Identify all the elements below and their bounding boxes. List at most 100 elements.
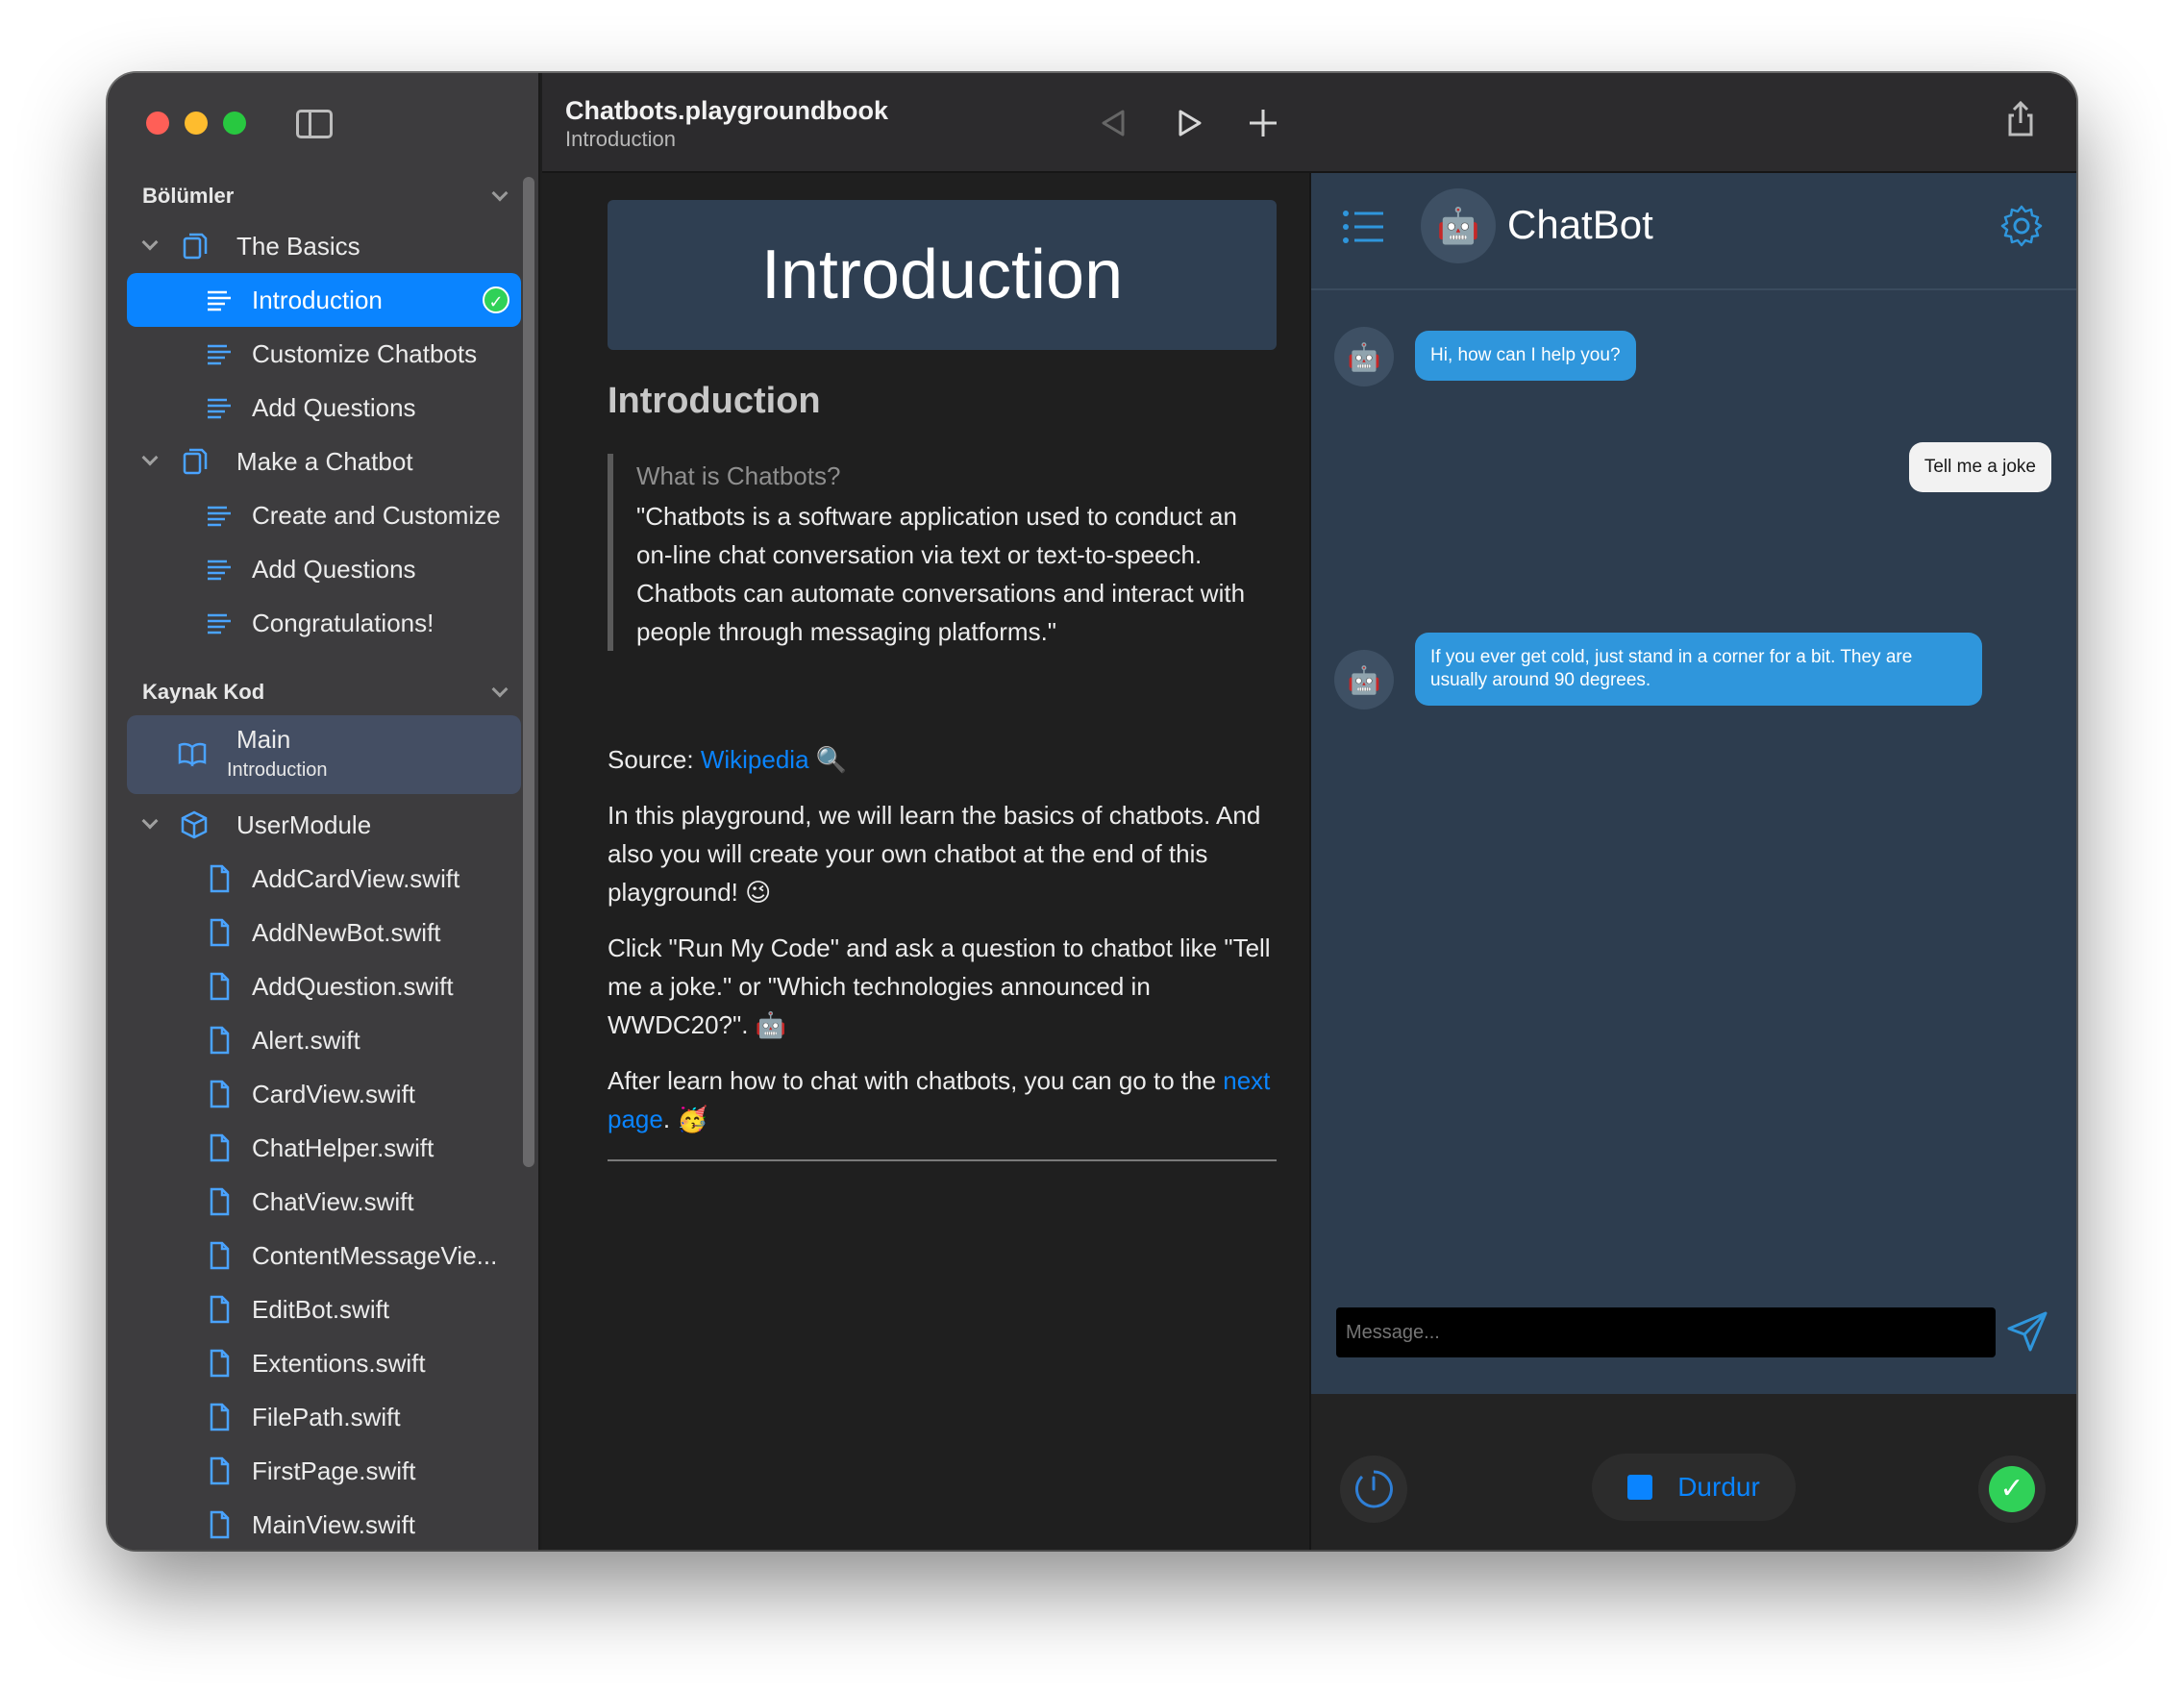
chapter-doc-icon (183, 233, 208, 260)
file-label: ChatView.swift (252, 1186, 414, 1216)
wikipedia-link[interactable]: Wikipedia (701, 745, 809, 774)
page-lines-icon (208, 560, 231, 581)
sidebar-file-item[interactable]: AddNewBot.swift (127, 906, 521, 959)
sidebar-file-item[interactable]: FirstPage.swift (127, 1444, 521, 1498)
sidebar-scrollbar[interactable] (523, 177, 534, 1167)
file-icon (210, 1349, 230, 1378)
disclosure-chevron-icon[interactable] (141, 812, 159, 830)
run-play-icon[interactable] (1169, 104, 1207, 142)
message-input[interactable] (1336, 1307, 1996, 1357)
robot-icon: 🤖 (1436, 206, 1480, 245)
file-icon (210, 1510, 230, 1539)
page-lines-icon (208, 398, 231, 419)
minimize-button[interactable] (185, 112, 208, 135)
page-label: Create and Customize (252, 500, 501, 530)
sidebar-file-item[interactable]: Alert.swift (127, 1013, 521, 1067)
chevron-down-icon[interactable] (491, 681, 509, 698)
divider (608, 1159, 1277, 1161)
back-triangle-icon[interactable] (1094, 104, 1132, 142)
checkmark-icon: ✓ (1989, 1466, 2035, 1512)
quote-block: What is Chatbots? "Chatbots is a softwar… (608, 454, 1277, 651)
sidebar-chapter-the-basics[interactable]: The Basics (127, 219, 521, 273)
speed-button[interactable] (1340, 1456, 1407, 1523)
speedometer-icon (1354, 1470, 1393, 1508)
zoom-button[interactable] (223, 112, 246, 135)
share-icon[interactable] (2001, 100, 2040, 138)
section-header-source[interactable]: Kaynak Kod (142, 673, 517, 711)
section-header-chapters[interactable]: Bölümler (142, 177, 517, 215)
robot-icon: 🤖 (1347, 341, 1381, 372)
file-label: EditBot.swift (252, 1294, 390, 1324)
para3-suffix: . 🥳 (662, 1105, 708, 1133)
completed-check-icon: ✓ (483, 286, 509, 313)
file-label: MainView.swift (252, 1509, 416, 1539)
module-label: UserModule (236, 809, 372, 839)
success-status[interactable]: ✓ (1978, 1456, 2046, 1523)
sidebar-file-item[interactable]: EditBot.swift (127, 1282, 521, 1336)
sidebar-file-item[interactable]: Extentions.swift (127, 1336, 521, 1390)
file-icon (210, 1403, 230, 1431)
sidebar-page-introduction[interactable]: Introduction ✓ (127, 273, 521, 327)
file-label: AddCardView.swift (252, 863, 460, 893)
chatbot-avatar: 🤖 (1421, 188, 1496, 263)
chapter-label: The Basics (236, 231, 360, 261)
list-menu-icon[interactable] (1342, 210, 1384, 244)
bot-message-avatar: 🤖 (1334, 327, 1394, 386)
document-subtitle: Introduction (565, 127, 676, 151)
page-label: Add Questions (252, 392, 416, 422)
app-window: Bölümler The Basics Introduction ✓ Custo… (108, 73, 2076, 1550)
run-bar: Durdur ✓ (1309, 1394, 2076, 1550)
page-label: Congratulations! (252, 608, 434, 637)
chat-message-bot: Hi, how can I help you? (1415, 331, 1636, 381)
sidebar-page-add-questions[interactable]: Add Questions (127, 381, 521, 435)
main-sub-label: Introduction (227, 759, 328, 781)
quote-text: "Chatbots is a software application used… (636, 502, 1246, 646)
sidebar-file-item[interactable]: ChatView.swift (127, 1175, 521, 1229)
sidebar-file-item[interactable]: AddQuestion.swift (127, 959, 521, 1013)
sidebar-page-customize-chatbots[interactable]: Customize Chatbots (127, 327, 521, 381)
sidebar-page-add-questions-2[interactable]: Add Questions (127, 542, 521, 596)
quote-title: What is Chatbots? (636, 461, 841, 490)
chevron-down-icon[interactable] (491, 185, 509, 202)
chapter-doc-icon (183, 448, 208, 475)
main-label: Main (236, 725, 291, 754)
stop-button[interactable]: Durdur (1592, 1454, 1796, 1521)
source-line: Source: Wikipedia 🔍 (608, 740, 1280, 779)
file-label: CardView.swift (252, 1079, 416, 1108)
file-icon (210, 1241, 230, 1270)
disclosure-chevron-icon[interactable] (141, 449, 159, 466)
sidebar-toggle-icon[interactable] (296, 110, 333, 138)
chat-panel: 🤖 ChatBot 🤖 Hi, how can I help you? Tell… (1309, 173, 2076, 1394)
book-icon (178, 742, 207, 767)
sidebar-page-congratulations[interactable]: Congratulations! (127, 596, 521, 650)
sidebar-item-main[interactable]: Main Introduction (127, 715, 521, 794)
sidebar-file-item[interactable]: AddCardView.swift (127, 852, 521, 906)
close-button[interactable] (146, 112, 169, 135)
sidebar-file-item[interactable]: ChatHelper.swift (127, 1121, 521, 1175)
para3-prefix: After learn how to chat with chatbots, y… (608, 1066, 1224, 1095)
paragraph-3: After learn how to chat with chatbots, y… (608, 1061, 1280, 1138)
disclosure-chevron-icon[interactable] (141, 234, 159, 251)
send-icon[interactable] (2005, 1309, 2049, 1354)
magnifier-emoji-icon: 🔍 (815, 745, 848, 774)
sidebar-file-item[interactable]: MainView.swift (127, 1498, 521, 1550)
file-label: ContentMessageVie... (252, 1240, 498, 1270)
paragraph-1: In this playground, we will learn the ba… (608, 801, 1261, 907)
sidebar-chapter-make-a-chatbot[interactable]: Make a Chatbot (127, 435, 521, 488)
chapter-label: Make a Chatbot (236, 446, 413, 476)
page-heading: Introduction (608, 381, 821, 421)
file-icon (210, 1456, 230, 1485)
window-controls (146, 112, 246, 135)
sidebar-file-item[interactable]: FilePath.swift (127, 1390, 521, 1444)
sidebar-file-item[interactable]: ContentMessageVie... (127, 1229, 521, 1282)
gear-icon[interactable] (1999, 204, 2044, 248)
toolbar: Chatbots.playgroundbook Introduction (542, 73, 2076, 173)
sidebar-file-item[interactable]: CardView.swift (127, 1067, 521, 1121)
file-label: ChatHelper.swift (252, 1132, 434, 1162)
add-plus-icon[interactable] (1244, 104, 1282, 142)
sidebar-page-create-and-customize[interactable]: Create and Customize (127, 488, 521, 542)
page-label: Customize Chatbots (252, 338, 478, 368)
sidebar-module-usermodule[interactable]: UserModule (127, 798, 521, 852)
file-label: Alert.swift (252, 1025, 360, 1055)
file-label: AddQuestion.swift (252, 971, 454, 1001)
